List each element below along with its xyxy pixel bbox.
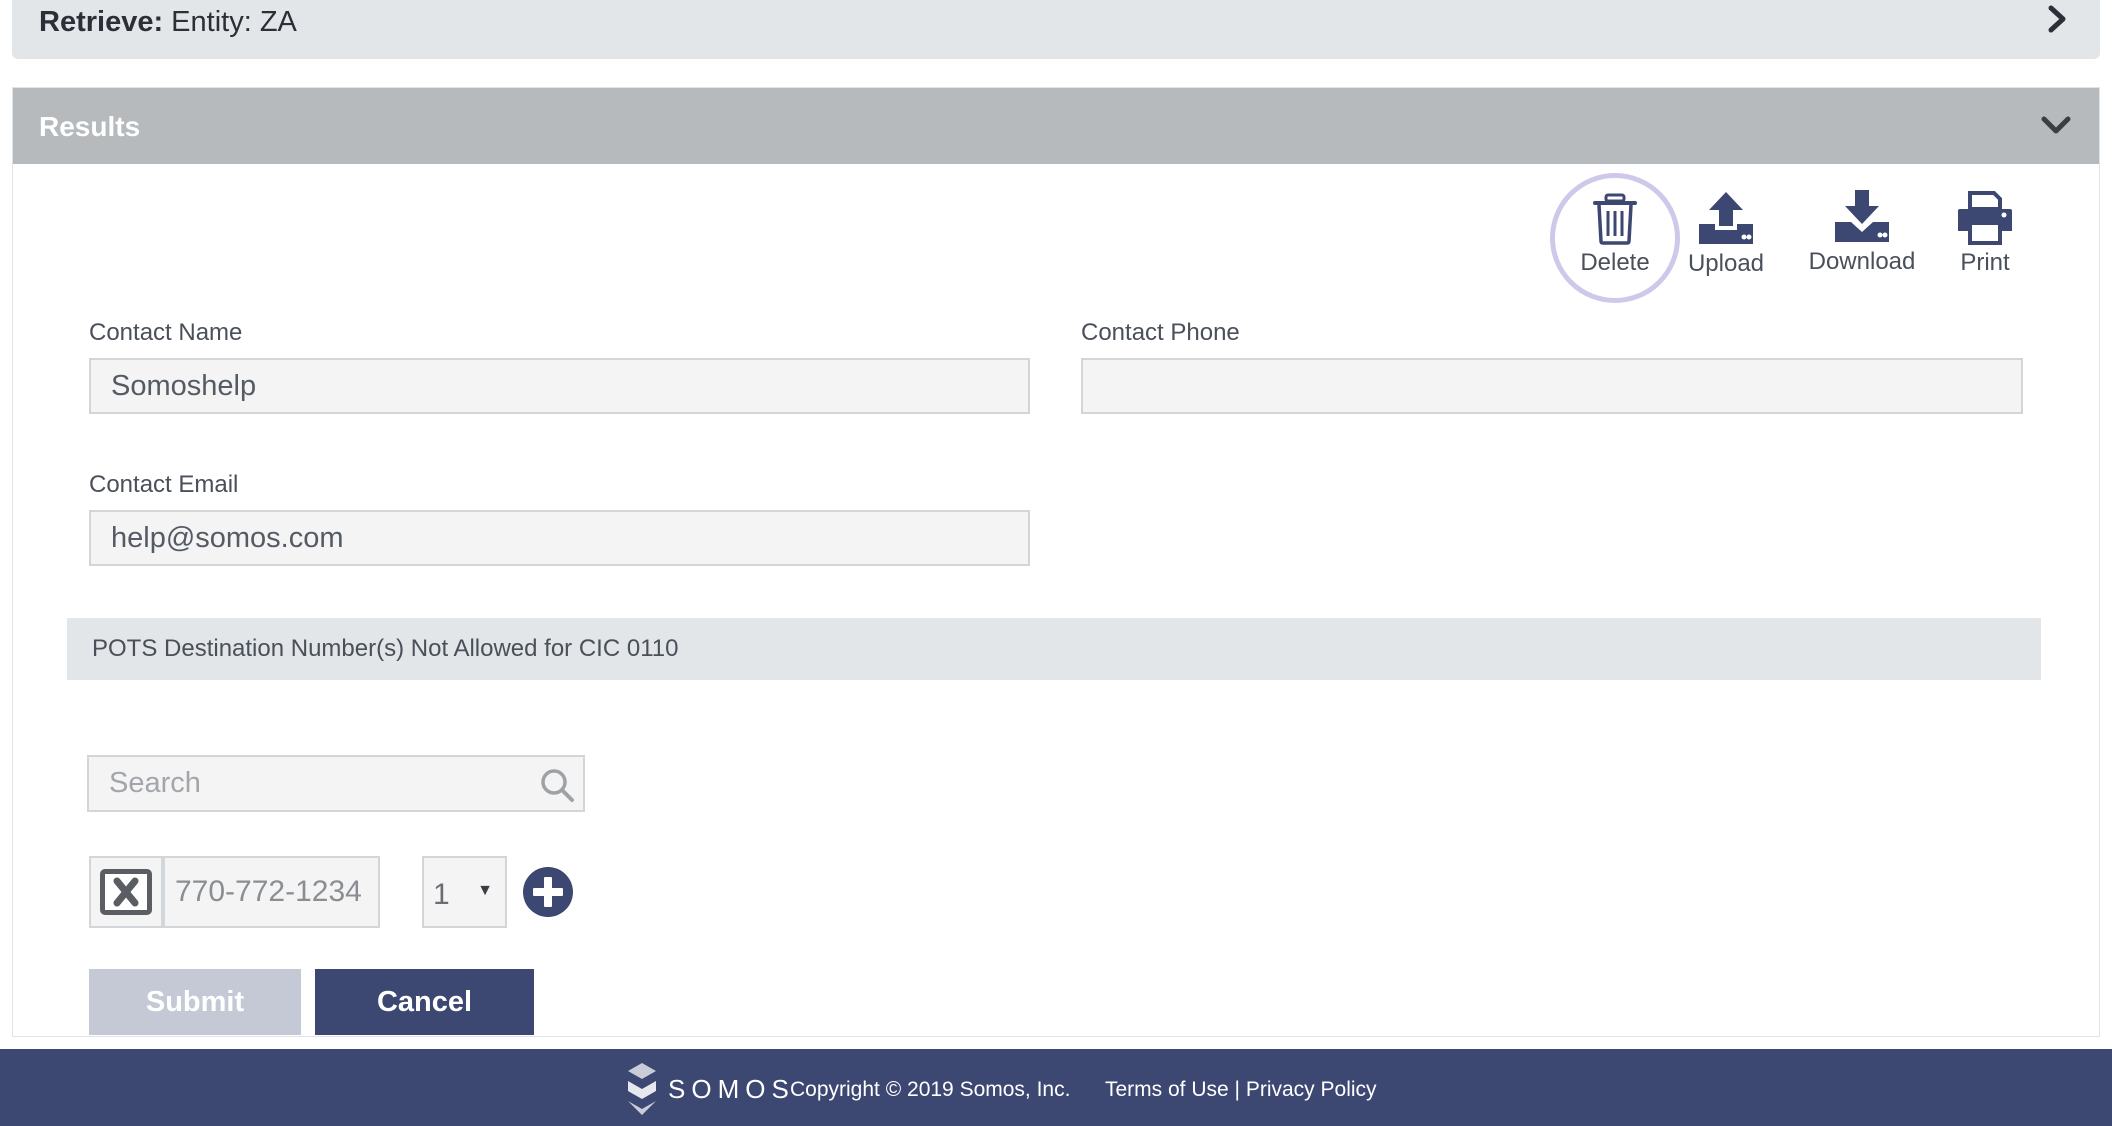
destination-number-input[interactable] — [163, 856, 380, 928]
footer-brand: SOMOS — [668, 1074, 795, 1104]
download-button[interactable]: Download — [1792, 188, 1932, 276]
retrieve-header[interactable]: Retrieve: Entity: ZA — [12, 0, 2100, 59]
upload-button[interactable]: Upload — [1676, 190, 1776, 278]
page: Retrieve: Entity: ZA Results Delete Uplo… — [0, 0, 2112, 1126]
pots-notice-bar: POTS Destination Number(s) Not Allowed f… — [67, 618, 2041, 680]
footer-link-separator: | — [1228, 1078, 1246, 1101]
contact-name-label: Contact Name — [89, 319, 243, 346]
footer-links: Terms of Use | Privacy Policy — [1105, 1078, 1377, 1102]
footer-copyright: Copyright © 2019 Somos, Inc. — [790, 1078, 1071, 1101]
search-box — [87, 755, 585, 812]
somos-logo-icon — [628, 1063, 656, 1115]
remove-number-button[interactable] — [89, 856, 163, 928]
trash-icon — [1593, 193, 1637, 245]
search-icon[interactable] — [539, 767, 575, 803]
plus-circle-icon[interactable] — [522, 866, 574, 918]
retrieve-title: Retrieve: Entity: ZA — [39, 6, 297, 39]
upload-label: Upload — [1687, 250, 1765, 277]
retrieve-label: Retrieve: — [39, 6, 164, 38]
contact-email-label: Contact Email — [89, 471, 239, 498]
terms-of-use-link[interactable]: Terms of Use — [1105, 1078, 1229, 1101]
download-label: Download — [1808, 248, 1916, 275]
submit-button[interactable]: Submit — [89, 969, 301, 1035]
results-title: Results — [39, 111, 141, 142]
pots-notice-text: POTS Destination Number(s) Not Allowed f… — [92, 635, 679, 662]
print-button[interactable]: Print — [1940, 191, 2030, 277]
caret-down-icon: ▼ — [477, 882, 493, 899]
retrieve-value: Entity: ZA — [163, 6, 297, 38]
contact-phone-label: Contact Phone — [1081, 319, 1240, 346]
footer: SOMOS Copyright © 2019 Somos, Inc. Terms… — [0, 1049, 2112, 1126]
quantity-select[interactable]: 1 ▼ — [422, 856, 507, 928]
contact-name-input[interactable] — [89, 358, 1030, 414]
cancel-button[interactable]: Cancel — [315, 969, 534, 1035]
delete-label: Delete — [1580, 249, 1650, 276]
contact-email-input[interactable] — [89, 510, 1030, 566]
chevron-down-icon[interactable] — [2039, 108, 2073, 142]
close-box-icon — [100, 869, 152, 915]
upload-icon — [1699, 192, 1753, 244]
chevron-right-icon[interactable] — [2042, 4, 2072, 34]
search-input[interactable] — [89, 757, 529, 810]
privacy-policy-link[interactable]: Privacy Policy — [1246, 1078, 1377, 1101]
contact-phone-input[interactable] — [1081, 358, 2023, 414]
results-header[interactable]: Results — [13, 88, 2099, 164]
delete-button[interactable]: Delete — [1565, 193, 1665, 277]
printer-icon — [1958, 191, 2012, 245]
print-label: Print — [1960, 249, 2010, 276]
download-icon — [1835, 190, 1889, 242]
quantity-value: 1 — [433, 878, 450, 911]
